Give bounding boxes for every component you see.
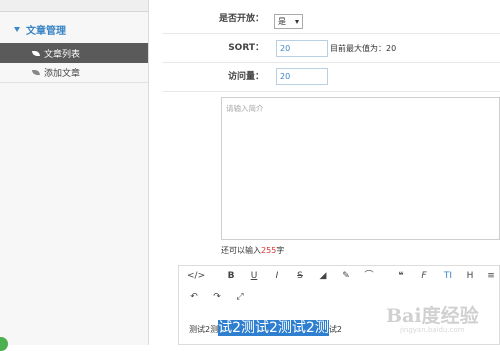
sidebar-group-article-management[interactable]: 文章管理 [0,18,148,40]
pencil-icon[interactable]: ✎ [339,267,353,285]
redo-icon[interactable]: ↷ [210,288,224,306]
editor-content[interactable]: 测试2测试2测试2测试2测试2 [189,319,342,337]
sidebar-item-label: 文章列表 [44,49,81,60]
open-label: 是否开放： [218,14,264,24]
counter-value: 255 [261,246,277,255]
sidebar-item-article-list[interactable]: 文章列表 [0,43,148,63]
watermark-sub: jingyan.baidu.com [400,326,465,334]
code-view-icon[interactable]: </> [187,267,205,285]
content-selection: 试2测试2测试2测 [218,320,329,336]
form-row-sort: SORT： 20 目前最大值为：20 [162,34,500,63]
sidebar: 文章管理 文章列表 添加文章 [0,0,149,345]
counter-prefix: 还可以输入 [221,246,261,255]
visits-label: 访问量： [227,72,264,82]
leaf-icon [32,70,40,75]
content-after: 试2 [328,325,342,334]
sort-input[interactable]: 20 [276,40,328,57]
sidebar-group-label: 文章管理 [26,25,66,37]
summary-placeholder: 请输入简介 [226,104,264,113]
font-icon[interactable]: F [417,267,431,285]
visits-input[interactable]: 20 [276,68,328,85]
sidebar-top-strip [0,0,148,12]
form-row-visits: 访问量： 20 [162,63,500,92]
triangle-down-icon [14,26,20,32]
sort-label: SORT： [228,43,264,53]
list-icon[interactable]: ≡ [484,267,498,285]
underline-icon[interactable]: U [247,267,261,285]
sidebar-item-label: 添加文章 [44,69,81,79]
open-select-value: 是 [278,17,286,26]
corner-badge-icon [0,337,8,351]
counter-suffix: 字 [276,246,285,255]
eraser-icon[interactable]: ◢ [316,267,330,285]
strikethrough-icon[interactable]: S [293,267,307,285]
char-counter: 还可以输入255字 [221,245,284,256]
undo-icon[interactable]: ↶ [187,288,201,306]
sort-input-value: 20 [280,44,291,53]
brush-icon[interactable]: ⌒ [362,267,376,285]
chevron-down-icon [295,20,299,24]
heading-icon[interactable]: H [463,267,477,285]
content-before: 测试2测 [189,325,219,334]
open-select[interactable]: 是 [274,14,303,29]
font-size-icon[interactable]: TI [440,267,456,285]
form-row-open: 是否开放： 是 [162,5,500,34]
bold-icon[interactable]: B [224,267,238,285]
sidebar-item-add-article[interactable]: 添加文章 [0,63,148,83]
sort-hint: 目前最大值为：20 [330,44,397,53]
watermark: Bai度经验 jingyan.baidu.com [386,301,496,341]
main-form: 是否开放： 是 SORT： 20 目前最大值为：20 访问量： 20 请输入简介… [162,0,500,345]
summary-textarea[interactable]: 请输入简介 [221,97,500,240]
visits-input-value: 20 [280,72,291,81]
italic-icon[interactable]: I [270,267,284,285]
watermark-logo: Bai度经验 [386,305,479,327]
fullscreen-icon[interactable]: ⤢ [233,288,247,306]
quote-icon[interactable]: ❝ [394,267,408,285]
leaf-icon [32,50,40,56]
